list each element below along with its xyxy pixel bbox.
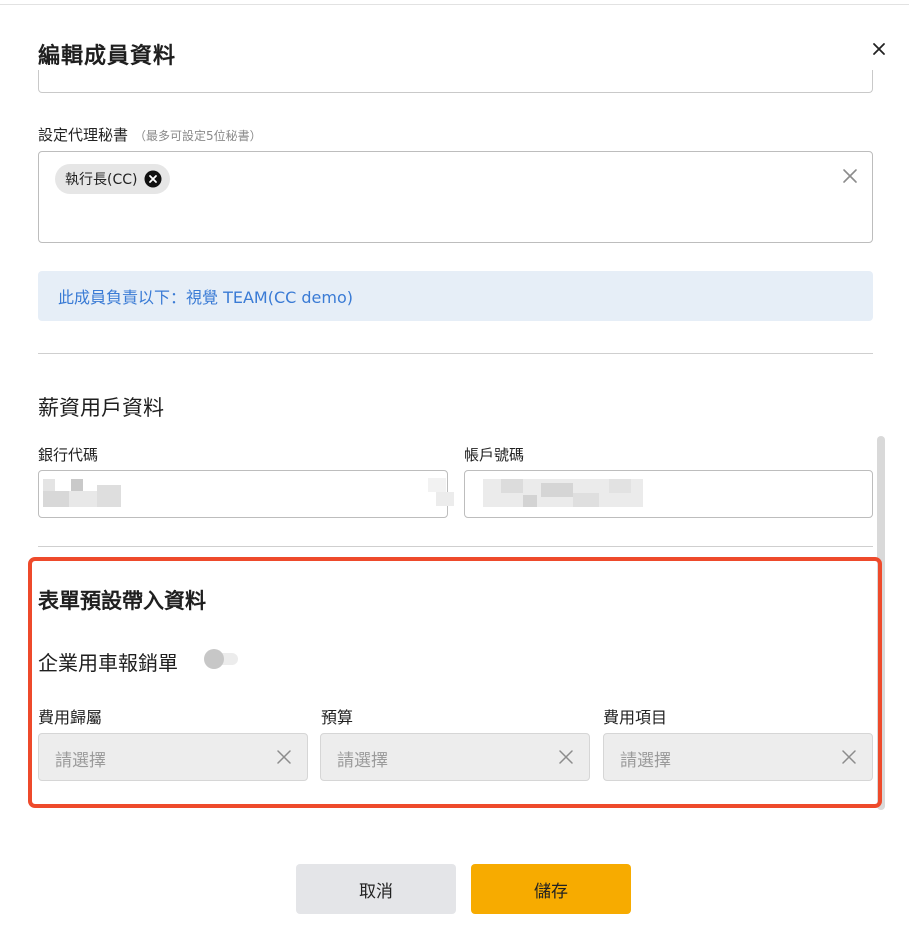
bank-code-input[interactable]	[38, 470, 448, 518]
expense-owner-select[interactable]: 請選擇	[38, 733, 308, 781]
close-button[interactable]	[866, 36, 892, 62]
section-divider	[38, 546, 873, 547]
expense-item-label: 費用項目	[603, 708, 668, 727]
proxy-secretary-label-text: 設定代理秘書	[38, 126, 129, 144]
expense-item-select[interactable]: 請選擇	[603, 733, 873, 781]
bank-code-label: 銀行代碼	[38, 446, 99, 464]
proxy-secretary-hint: （最多可設定5位秘書）	[134, 129, 262, 143]
modal-title: 編輯成員資料	[38, 44, 177, 69]
responsibility-text: 此成員負責以下：視覺 TEAM(CC demo)	[58, 288, 354, 307]
cancel-button[interactable]: 取消	[296, 864, 456, 914]
expense-owner-label: 費用歸屬	[38, 708, 103, 727]
responsibility-banner: 此成員負責以下：視覺 TEAM(CC demo)	[38, 271, 873, 321]
clear-x-icon[interactable]	[840, 166, 860, 186]
close-icon	[873, 43, 885, 55]
budget-select[interactable]: 請選擇	[320, 733, 590, 781]
company-car-toggle[interactable]	[204, 649, 238, 669]
top-rule	[0, 0, 909, 5]
proxy-secretary-label: 設定代理秘書 （最多可設定5位秘書）	[38, 124, 262, 145]
secretary-tag-label: 執行長(CC)	[65, 172, 138, 188]
budget-label: 預算	[321, 708, 354, 727]
circle-x-icon[interactable]	[144, 170, 162, 188]
expense-item-placeholder: 請選擇	[620, 751, 671, 771]
clear-x-icon[interactable]	[557, 748, 575, 766]
expense-owner-placeholder: 請選擇	[55, 751, 106, 771]
salary-section-title: 薪資用戶資料	[38, 396, 164, 420]
form-defaults-title: 表單預設帶入資料	[38, 589, 206, 613]
previous-field-edge	[38, 70, 873, 93]
section-divider	[38, 353, 873, 354]
save-button[interactable]: 儲存	[471, 864, 631, 914]
toggle-knob	[204, 649, 224, 669]
company-car-form-label: 企業用車報銷單	[38, 651, 178, 675]
account-number-input[interactable]	[464, 470, 873, 518]
clear-x-icon[interactable]	[275, 748, 293, 766]
budget-placeholder: 請選擇	[337, 751, 388, 771]
account-number-label: 帳戶號碼	[464, 446, 525, 464]
clear-x-icon[interactable]	[840, 748, 858, 766]
proxy-secretary-field[interactable]: 執行長(CC)	[38, 151, 873, 243]
secretary-tag[interactable]: 執行長(CC)	[55, 164, 171, 194]
